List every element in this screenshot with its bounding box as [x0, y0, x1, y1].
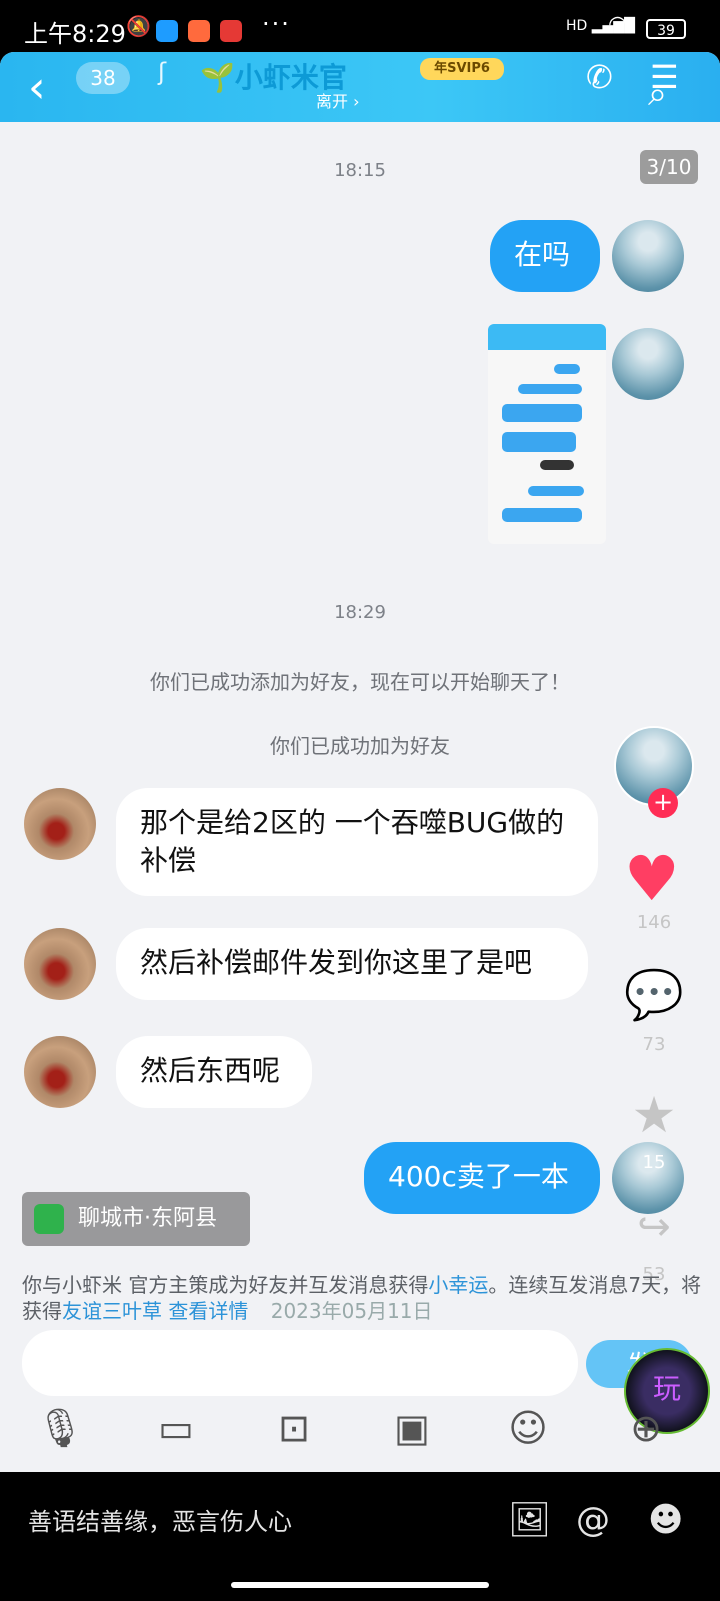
clock: 上午8:29 — [24, 20, 126, 48]
timestamp: 18:29 — [334, 602, 386, 623]
vip-badge: 年SVIP6 — [420, 58, 504, 80]
favorite-count: 15 — [642, 1152, 666, 1173]
image-icon[interactable]: 🖼 — [508, 1500, 551, 1540]
overlay-date: 2023年05月11日 — [270, 1299, 433, 1323]
status-bar: 上午8:29 🔕 ··· HD ▂▄▆█ ◠ 39 — [0, 0, 720, 52]
share-icon[interactable]: ↪ — [616, 1204, 692, 1250]
chat-toolbar: 🎙 ▭ ⊡ ▣ ☺ ⊕ — [0, 1388, 720, 1472]
timestamp: 18:15 — [334, 160, 386, 181]
message-bubble-out[interactable]: 400c卖了一本 — [364, 1142, 600, 1214]
lucky-link[interactable]: 小幸运 — [428, 1273, 488, 1297]
app-notification-icon — [220, 20, 242, 42]
avatar[interactable] — [24, 788, 96, 860]
star-icon[interactable]: ★ — [616, 1086, 692, 1144]
avatar[interactable] — [612, 220, 684, 292]
chat-header: ‹ 38 ʃ 🌱小虾米官 年SVIP6 离开 › ✆ ☰ ⌕ — [0, 52, 720, 122]
unread-badge[interactable]: 38 — [76, 62, 130, 94]
chevron-left-icon[interactable]: ‹ — [28, 62, 46, 113]
clover-link[interactable]: 友谊三叶草 — [62, 1299, 162, 1323]
app-notification-icon — [188, 20, 210, 42]
image-message[interactable] — [488, 324, 606, 544]
message-bubble-in[interactable]: 那个是给2区的 一个吞噬BUG做的补偿 — [116, 788, 598, 896]
comment-bar: 善语结善缘，恶言伤人心 🖼 @ ☻ — [0, 1472, 720, 1601]
system-message: 你们已成功添加为好友，现在可以开始聊天了！ — [150, 670, 570, 694]
system-message: 你们已成功加为好友 — [270, 734, 450, 758]
comment-count: 73 — [642, 1034, 666, 1055]
chat-screen: ‹ 38 ʃ 🌱小虾米官 年SVIP6 离开 › ✆ ☰ ⌕ 3/10 18:1… — [0, 52, 720, 1472]
friendship-hint: 你与小虾米 官方主策成为好友并互发消息获得小幸运。连续互发消息7天，将获得友谊三… — [22, 1273, 702, 1323]
at-icon[interactable]: @ — [576, 1500, 610, 1540]
folder-icon[interactable]: ▣ — [382, 1406, 442, 1450]
avatar[interactable] — [24, 1036, 96, 1108]
mic-icon[interactable]: 🎙 — [30, 1406, 90, 1451]
presence-status[interactable]: 离开 › — [316, 88, 360, 112]
like-count: 146 — [636, 912, 672, 933]
comment-input[interactable]: 善语结善缘，恶言伤人心 — [28, 1502, 292, 1537]
search-icon[interactable]: ⌕ — [648, 74, 667, 114]
emoji-icon[interactable]: ☻ — [648, 1500, 683, 1540]
plus-icon[interactable]: ⊕ — [616, 1406, 676, 1450]
avatar[interactable] — [612, 328, 684, 400]
phone-icon[interactable]: ✆ — [586, 58, 613, 96]
message-bubble-in[interactable]: 然后补偿邮件发到你这里了是吧 — [116, 928, 588, 1000]
more-notifications: ··· — [262, 10, 291, 38]
app-notification-icon — [156, 20, 178, 42]
comment-icon[interactable]: 💬 — [616, 966, 692, 1023]
message-bubble-out[interactable]: 在吗 — [490, 220, 600, 292]
bell-off-icon: 🔕 — [126, 14, 151, 38]
message-input[interactable] — [22, 1330, 578, 1396]
details-link[interactable]: 查看详情 — [168, 1299, 248, 1323]
location-tag[interactable]: 聊城市·东阿县 — [22, 1192, 250, 1246]
home-indicator[interactable] — [231, 1582, 489, 1588]
wifi-icon: ◠ — [608, 12, 628, 37]
heart-icon[interactable]: ♥ — [624, 842, 680, 915]
camera-icon[interactable]: ⊡ — [264, 1406, 324, 1450]
avatar[interactable] — [24, 928, 96, 1000]
plus-icon[interactable]: + — [648, 788, 678, 818]
screen-icon[interactable]: ▭ — [146, 1406, 206, 1450]
battery-icon: 39 — [646, 19, 686, 39]
message-bubble-in[interactable]: 然后东西呢 — [116, 1036, 312, 1108]
location-pin-icon — [34, 1204, 64, 1234]
ear-icon: ʃ — [158, 58, 167, 86]
emoji-icon[interactable]: ☺ — [498, 1406, 558, 1450]
